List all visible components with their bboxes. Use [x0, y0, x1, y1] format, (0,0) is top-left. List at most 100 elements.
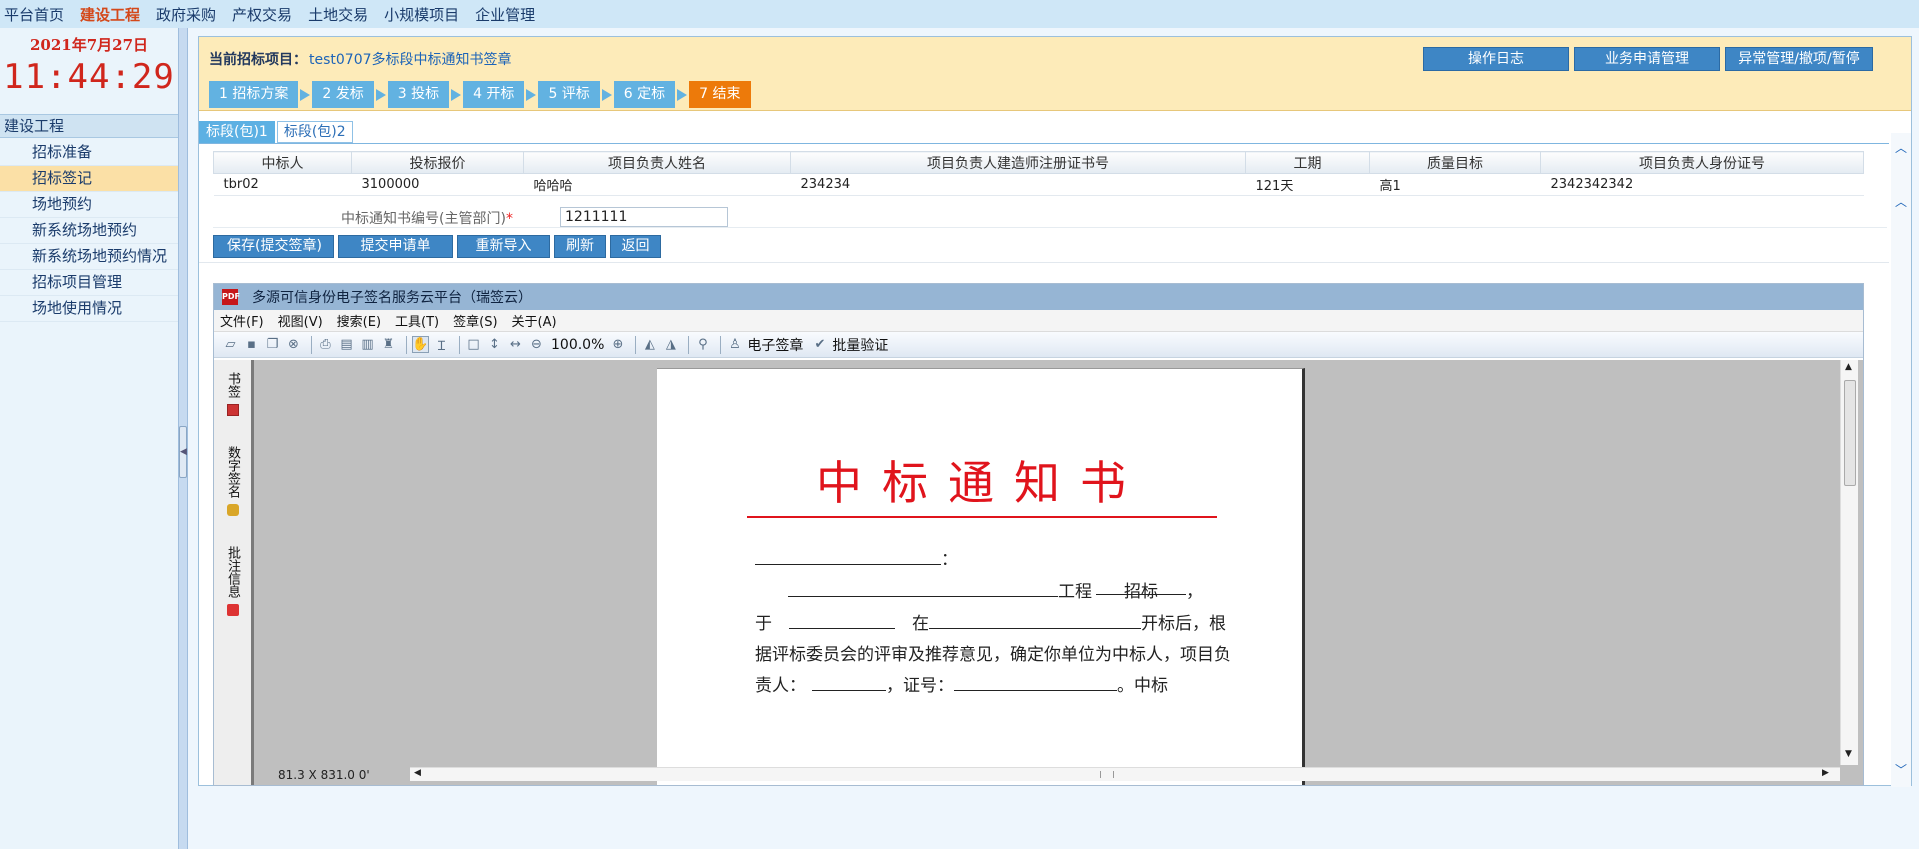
scroll-up-icon[interactable]: ︿	[1893, 139, 1909, 155]
date-clock: 2021年7月27日 11:44:29	[0, 34, 178, 97]
nav-property-trading[interactable]: 产权交易	[232, 4, 292, 25]
step-bid-plan[interactable]: 1 招标方案	[209, 81, 299, 108]
menu-file[interactable]: 文件(F)	[220, 311, 264, 330]
action-buttons: 保存(提交签章) 提交申请单 重新导入 刷新 返回	[213, 235, 665, 258]
zoom-out-icon[interactable]: ⊖	[528, 336, 545, 353]
stamp-icon[interactable]: ♜	[380, 336, 397, 353]
pdf-icon: PDF	[222, 289, 240, 305]
side-tab-annotations[interactable]: 批注信息	[223, 546, 242, 616]
text-select-icon[interactable]: Ɪ	[433, 336, 450, 354]
print-icon[interactable]: ⎙	[317, 336, 334, 353]
nav-platform-home[interactable]: 平台首页	[4, 4, 64, 25]
nav-land-trading[interactable]: 土地交易	[308, 4, 368, 25]
menu-view[interactable]: 视图(V)	[278, 311, 323, 330]
back-button[interactable]: 返回	[610, 235, 661, 258]
zoom-level[interactable]: 100.0%	[551, 337, 604, 353]
toolbar-separator	[406, 335, 407, 354]
cell-certificate-number: 234234	[790, 173, 1246, 196]
scroll-down-icon[interactable]: ▼	[1845, 749, 1852, 759]
doc-text: 。中标	[1117, 676, 1168, 696]
nav-small-projects[interactable]: 小规模项目	[384, 4, 459, 25]
step-award[interactable]: 6 定标	[613, 81, 676, 108]
save-icon[interactable]: ▪	[243, 336, 260, 353]
column-header: 投标报价	[351, 151, 524, 174]
fit-height-icon[interactable]: ↕	[486, 336, 503, 353]
scroll-down-icon[interactable]: ﹀	[1893, 761, 1909, 777]
column-header: 项目负责人建造师注册证书号	[790, 151, 1246, 174]
document-horizontal-scrollbar[interactable]: ◀ ▶	[410, 767, 1840, 781]
document-page: 中标通知书 ： 工程 招标 ， 于 在 开标后，根 据评标委员会的评审及推荐意见，确定…	[657, 368, 1305, 785]
toolbar-separator	[688, 335, 690, 354]
step-evaluation[interactable]: 5 评标	[538, 81, 600, 108]
sidebar-item-venue-booking[interactable]: 场地预约	[0, 192, 178, 218]
step-end[interactable]: 7 结束	[689, 81, 751, 108]
sidebar-item-new-venue-booking[interactable]: 新系统场地预约	[0, 218, 178, 244]
batch-verify-label: 批量验证	[832, 337, 889, 354]
collapse-handle[interactable]: ◀	[179, 426, 187, 478]
find-icon[interactable]: ▥	[359, 336, 376, 353]
menu-tools[interactable]: 工具(T)	[395, 311, 439, 330]
scroll-up-icon[interactable]: ▲	[1845, 362, 1852, 372]
nav-enterprise-management[interactable]: 企业管理	[475, 4, 535, 25]
step-arrow	[677, 88, 688, 101]
step-opening[interactable]: 4 开标	[463, 81, 525, 108]
toolbar-separator	[311, 335, 312, 354]
menu-about[interactable]: 关于(A)	[512, 311, 557, 330]
reimport-button[interactable]: 重新导入	[457, 235, 550, 258]
panel-splitter[interactable]: ◀	[178, 28, 188, 849]
nav-construction[interactable]: 建设工程	[80, 4, 140, 25]
operation-log-button[interactable]: 操作日志	[1423, 47, 1569, 71]
save-as-icon[interactable]: ❐	[264, 336, 281, 353]
sidebar-item-bid-preparation[interactable]: 招标准备	[0, 140, 178, 166]
side-tab-bookmarks[interactable]: 书签	[223, 372, 242, 416]
step-issue[interactable]: 2 发标	[312, 81, 374, 108]
table-header-row: 中标人 投标报价 项目负责人姓名 项目负责人建造师注册证书号 工期 质量目标 项…	[213, 151, 1864, 174]
divider	[199, 262, 1889, 263]
document-title-rule	[747, 516, 1217, 518]
tab-section-2[interactable]: 标段(包)2	[276, 121, 353, 143]
scroll-grip[interactable]	[1100, 771, 1114, 778]
batch-verify-button[interactable]: ✔ 批量验证	[811, 335, 888, 355]
exception-management-button[interactable]: 异常管理/撤项/暂停	[1725, 47, 1873, 71]
sidebar-item-bid-project-management[interactable]: 招标项目管理	[0, 270, 178, 296]
current-project-name[interactable]: test0707多标段中标通知书签章	[309, 52, 512, 68]
rotate-right-icon[interactable]: ◮	[662, 336, 679, 353]
notice-number-input[interactable]	[560, 207, 728, 227]
refresh-button[interactable]: 刷新	[554, 235, 606, 258]
document-vertical-scrollbar[interactable]: ▲ ▼	[1840, 360, 1858, 765]
close-icon[interactable]: ⊗	[285, 336, 302, 353]
single-page-icon[interactable]: □	[465, 336, 482, 353]
rotate-left-icon[interactable]: ◭	[641, 336, 658, 353]
page-scrollbar[interactable]: ︿ ︿ ﹀	[1891, 133, 1911, 787]
cell-id-number: 2342342342	[1540, 173, 1864, 196]
scroll-up-icon[interactable]: ︿	[1893, 193, 1909, 209]
column-header: 工期	[1245, 151, 1370, 174]
sidebar-item-new-venue-booking-status[interactable]: 新系统场地预约情况	[0, 244, 178, 270]
tab-section-1[interactable]: 标段(包)1	[199, 121, 275, 143]
column-header: 项目负责人姓名	[523, 151, 791, 174]
sidebar-item-venue-usage[interactable]: 场地使用情况	[0, 296, 178, 322]
side-tab-digital-signature[interactable]: 数字签名	[223, 446, 242, 516]
search-icon[interactable]: ⚲	[694, 336, 711, 353]
hand-tool-icon[interactable]: ✋	[412, 336, 429, 353]
scroll-left-icon[interactable]: ◀	[414, 768, 421, 778]
scroll-thumb[interactable]	[1844, 380, 1856, 486]
nav-government-procurement[interactable]: 政府采购	[156, 4, 216, 25]
zoom-in-icon[interactable]: ⊕	[609, 336, 626, 353]
step-arrow	[526, 88, 537, 101]
menu-signature[interactable]: 签章(S)	[453, 311, 497, 330]
blank-field	[755, 547, 941, 565]
scroll-right-icon[interactable]: ▶	[1822, 768, 1829, 778]
project-header: 当前招标项目： test0707多标段中标通知书签章 操作日志 业务申请管理 异常…	[199, 37, 1911, 111]
current-date: 2021年7月27日	[29, 36, 149, 54]
submit-application-button[interactable]: 提交申请单	[338, 235, 453, 258]
open-icon[interactable]: ▱	[222, 336, 239, 353]
electronic-signature-button[interactable]: ♙ 电子签章	[726, 335, 803, 355]
business-application-button[interactable]: 业务申请管理	[1574, 47, 1720, 71]
menu-search[interactable]: 搜索(E)	[337, 311, 381, 330]
sidebar-item-bid-registration[interactable]: 招标签记	[0, 166, 178, 192]
save-submit-signature-button[interactable]: 保存(提交签章)	[213, 235, 334, 258]
document-icon[interactable]: ▤	[338, 336, 355, 353]
fit-width-icon[interactable]: ↔	[507, 336, 524, 353]
step-bidding[interactable]: 3 投标	[387, 81, 450, 108]
